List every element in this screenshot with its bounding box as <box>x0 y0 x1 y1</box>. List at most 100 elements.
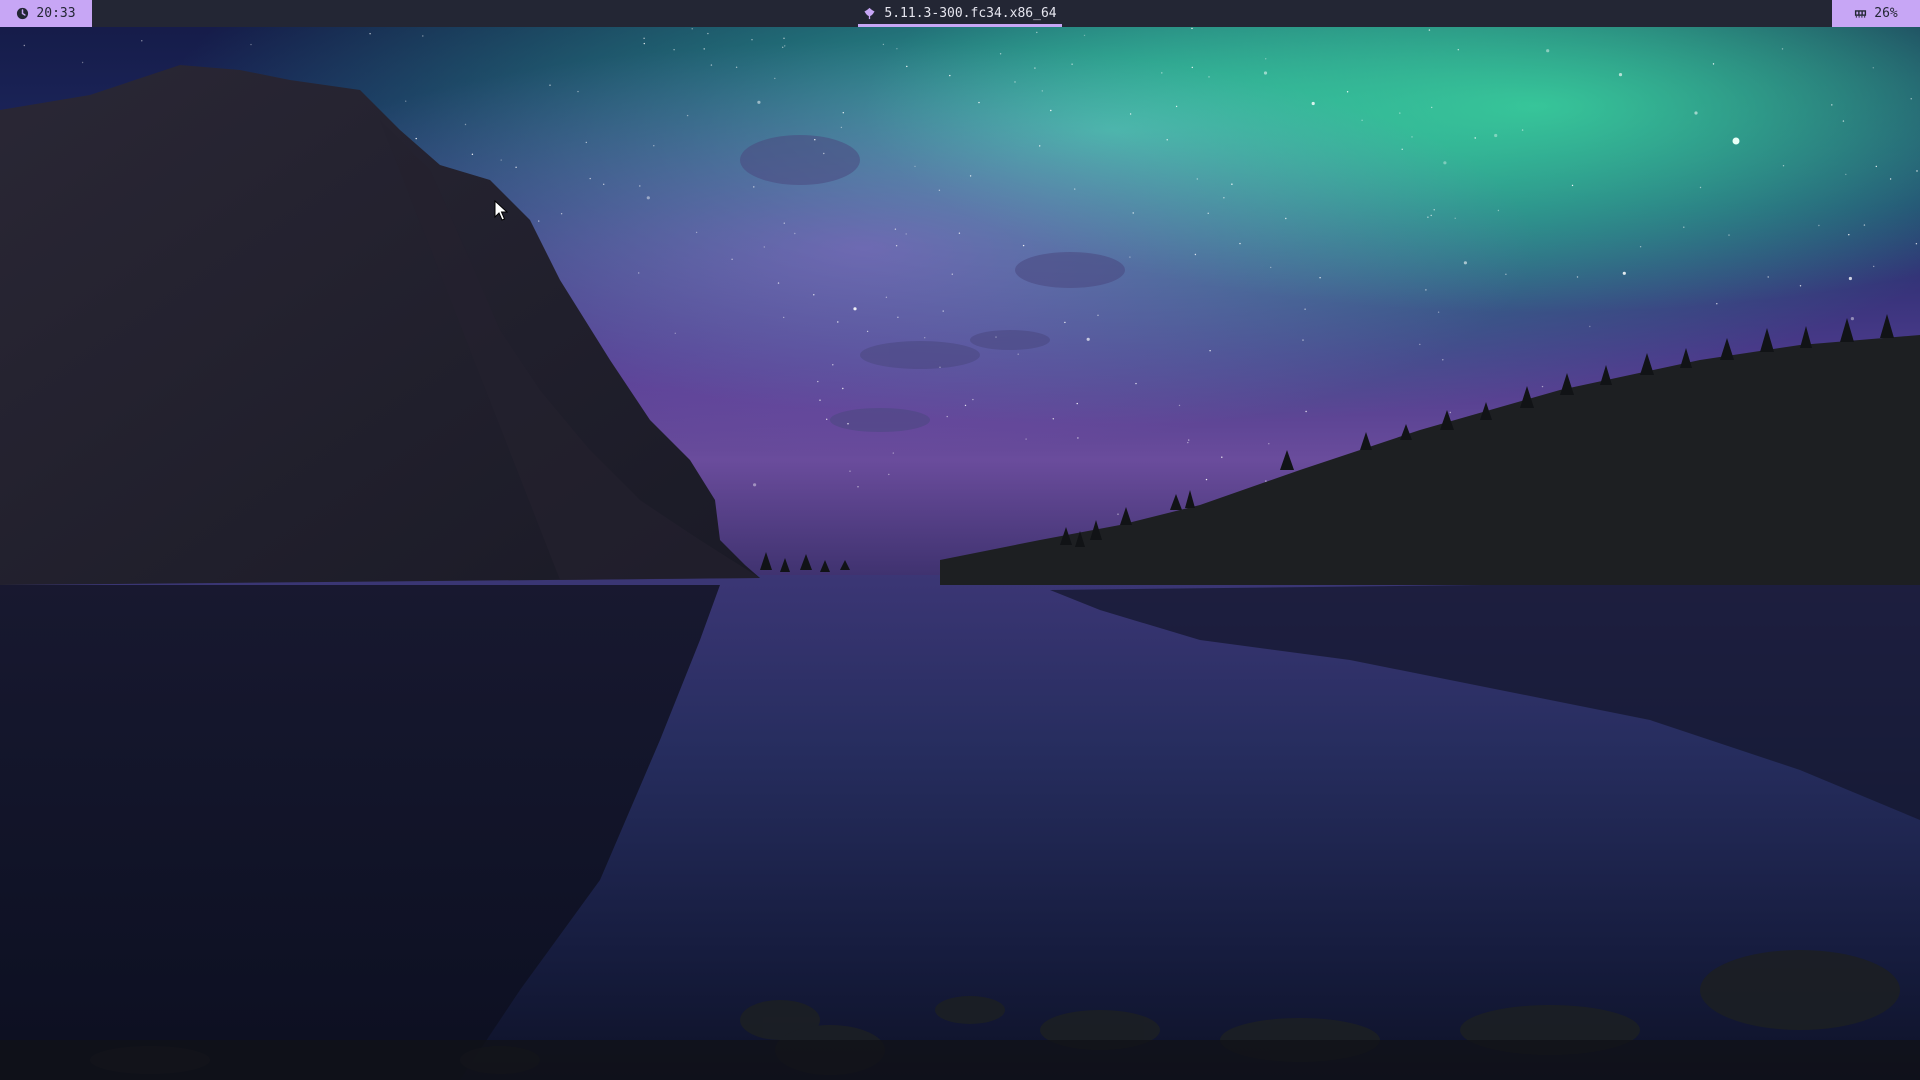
star <box>1694 111 1698 115</box>
star <box>1052 418 1055 420</box>
star <box>1831 104 1833 106</box>
star <box>1433 209 1435 211</box>
star <box>866 330 869 333</box>
star <box>549 84 551 86</box>
star <box>1699 186 1702 189</box>
star <box>1302 339 1304 341</box>
star <box>969 175 972 177</box>
star <box>964 404 967 407</box>
star <box>1041 90 1044 92</box>
fedora-leaf-icon <box>864 7 876 20</box>
bright-star <box>1732 137 1740 145</box>
star <box>924 337 926 339</box>
star <box>1305 410 1307 413</box>
star <box>1050 109 1052 112</box>
star <box>1521 129 1524 131</box>
star <box>914 165 916 168</box>
star <box>1845 173 1847 176</box>
star <box>1074 188 1076 190</box>
star <box>1097 314 1099 316</box>
star <box>1231 183 1233 185</box>
memory-module[interactable]: 26% <box>1832 0 1920 27</box>
star <box>464 123 467 126</box>
star <box>1505 273 1507 275</box>
star <box>735 66 738 69</box>
star <box>826 418 828 420</box>
star <box>1191 27 1193 30</box>
star <box>1025 438 1027 440</box>
star <box>603 183 605 185</box>
star <box>813 294 815 296</box>
star <box>978 101 980 104</box>
star <box>1208 76 1210 78</box>
star <box>823 152 825 155</box>
star <box>1117 513 1119 515</box>
star <box>857 486 859 488</box>
star <box>1166 139 1168 141</box>
star <box>1263 71 1268 75</box>
star <box>560 213 563 215</box>
clock-module[interactable]: 20:33 <box>0 0 92 27</box>
star <box>1576 276 1579 278</box>
star <box>1221 456 1223 458</box>
star <box>1077 437 1079 439</box>
star <box>1443 161 1447 165</box>
star <box>1191 66 1194 69</box>
star <box>1437 311 1440 313</box>
star <box>1463 261 1467 265</box>
star <box>939 366 941 368</box>
star <box>1071 63 1073 65</box>
clock-icon <box>17 7 29 20</box>
kernel-module[interactable]: 5.11.3-300.fc34.x86_64 <box>858 0 1062 27</box>
star <box>819 399 821 401</box>
star <box>1589 325 1591 328</box>
star <box>1850 317 1854 321</box>
star <box>1129 113 1132 115</box>
star <box>422 35 424 37</box>
star <box>1873 265 1875 268</box>
memory-usage: 26% <box>1874 6 1898 21</box>
star <box>938 189 941 191</box>
star <box>1781 48 1784 50</box>
star <box>1442 359 1444 361</box>
star <box>1132 212 1134 214</box>
star <box>840 126 843 129</box>
star <box>753 483 757 487</box>
star <box>814 139 816 141</box>
star <box>1863 224 1866 226</box>
star <box>951 273 953 275</box>
star <box>643 37 645 39</box>
star <box>585 141 587 144</box>
star <box>1036 31 1038 34</box>
star <box>1361 119 1363 122</box>
star <box>577 90 579 93</box>
star <box>774 77 776 80</box>
star <box>1875 165 1878 168</box>
star <box>1683 226 1685 228</box>
star <box>783 222 785 224</box>
star <box>897 316 899 318</box>
star <box>710 64 713 66</box>
star <box>691 28 693 30</box>
star <box>847 423 849 425</box>
star <box>1034 67 1036 69</box>
star <box>1129 256 1131 258</box>
star <box>1187 441 1189 444</box>
star <box>1799 285 1802 287</box>
star <box>1915 243 1918 245</box>
star <box>1541 385 1544 388</box>
star <box>958 232 961 234</box>
star <box>415 137 417 140</box>
star <box>1401 148 1403 150</box>
star <box>589 177 591 180</box>
star <box>1017 353 1019 355</box>
top-bar: 20:33 5.11.3-300.fc34.x86_64 26% <box>0 0 1920 27</box>
star <box>1712 63 1715 65</box>
star <box>1419 343 1421 346</box>
star <box>999 53 1002 55</box>
star <box>674 332 676 334</box>
star <box>1889 178 1892 180</box>
star <box>794 232 796 235</box>
star <box>81 61 84 64</box>
desktop[interactable]: 20:33 5.11.3-300.fc34.x86_64 26% <box>0 0 1920 1080</box>
